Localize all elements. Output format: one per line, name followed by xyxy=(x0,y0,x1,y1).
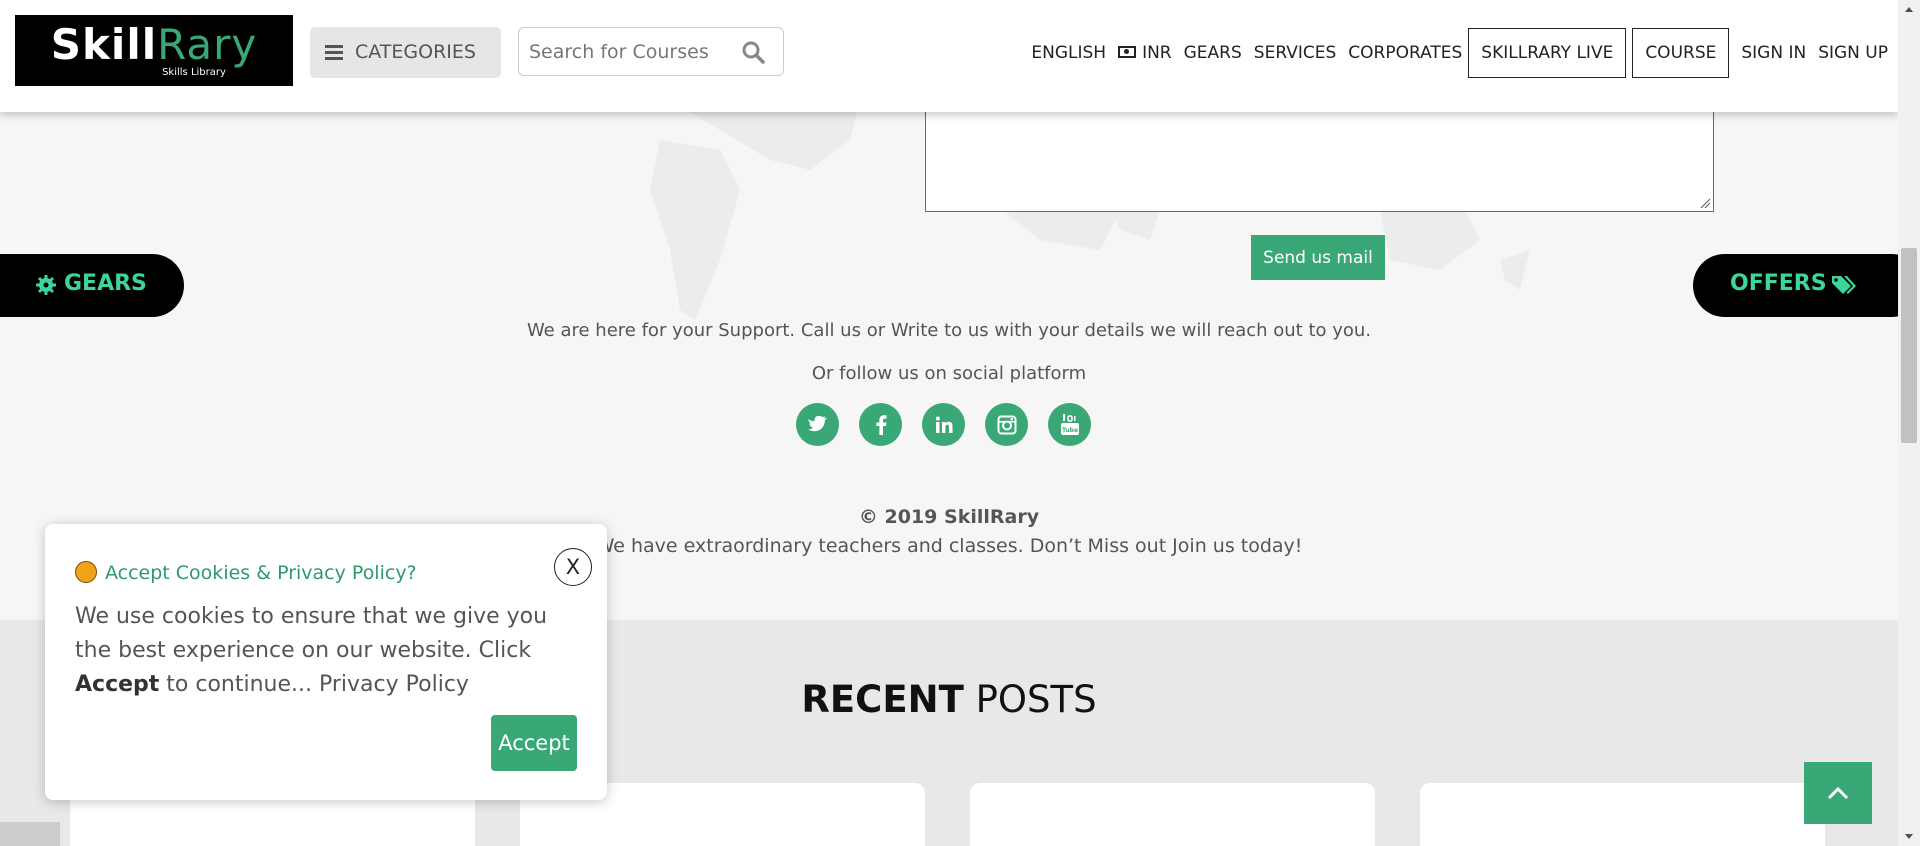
linkedin-icon[interactable] xyxy=(922,403,965,446)
gears-side-label: GEARS xyxy=(64,271,147,296)
support-text: We are here for your Support. Call us or… xyxy=(526,320,1372,341)
nav-sign-up[interactable]: SIGN UP xyxy=(1818,43,1888,63)
twitter-icon[interactable] xyxy=(796,403,839,446)
instagram-icon[interactable] xyxy=(985,403,1028,446)
nav-course[interactable]: COURSE xyxy=(1632,27,1730,78)
search-input[interactable] xyxy=(527,37,731,67)
cookie-text-start: We use cookies to ensure that we give yo… xyxy=(75,604,548,663)
facebook-icon[interactable] xyxy=(859,403,902,446)
send-mail-button[interactable]: Send us mail xyxy=(1251,235,1385,280)
skillrary-logo[interactable]: SkillRary Skills Library xyxy=(15,15,293,86)
back-to-top-button[interactable] xyxy=(1804,762,1872,824)
chevron-up-icon xyxy=(1827,786,1849,800)
currency-icon xyxy=(1118,45,1137,58)
logo-text-skill: Skill xyxy=(50,20,158,69)
search-icon[interactable] xyxy=(741,40,765,64)
offers-side-button[interactable]: OFFERS xyxy=(1693,254,1898,317)
recent-posts-heading-rest: POSTS xyxy=(975,678,1097,721)
gears-side-button[interactable]: GEARS xyxy=(0,254,184,317)
nav-services[interactable]: SERVICES xyxy=(1254,43,1336,63)
scroll-up-arrow-icon[interactable] xyxy=(1898,0,1920,18)
nav-corporates[interactable]: CORPORATES xyxy=(1348,43,1462,63)
carousel-prev-button[interactable] xyxy=(0,822,60,846)
scroll-down-arrow-icon[interactable] xyxy=(1898,828,1920,846)
recent-post-card[interactable] xyxy=(1420,783,1825,846)
nav-inr-label: INR xyxy=(1142,42,1172,63)
nav-currency[interactable]: INR xyxy=(1118,43,1172,63)
page-scrollbar[interactable] xyxy=(1898,0,1920,846)
resize-handle-icon[interactable] xyxy=(1699,197,1711,209)
svg-text:Tube: Tube xyxy=(1061,427,1077,434)
categories-label: CATEGORIES xyxy=(355,41,476,63)
logo-subtitle: Skills Library xyxy=(162,67,226,78)
site-header: SkillRary Skills Library CATEGORIES ENGL… xyxy=(0,0,1898,112)
cookie-accept-button[interactable]: Accept xyxy=(491,715,577,771)
nav-skillrary-live[interactable]: SKILLRARY LIVE xyxy=(1468,27,1627,78)
gear-icon xyxy=(36,275,56,295)
cookie-icon xyxy=(75,560,97,583)
nav-english[interactable]: ENGLISH xyxy=(1031,43,1106,63)
cookie-message: We use cookies to ensure that we give yo… xyxy=(75,600,575,702)
cookie-close-button[interactable]: X xyxy=(554,548,592,586)
cookie-consent-dialog: Accept Cookies & Privacy Policy? X We us… xyxy=(45,524,607,800)
youtube-icon[interactable]: Tube xyxy=(1048,403,1091,446)
nav-sign-in[interactable]: SIGN IN xyxy=(1741,43,1806,63)
categories-button[interactable]: CATEGORIES xyxy=(310,27,501,78)
cookie-text-bold: Accept xyxy=(75,672,160,697)
logo-text-rary: Rary xyxy=(157,20,258,69)
search-box xyxy=(518,27,784,76)
cookie-text-end: to continue... Privacy Policy xyxy=(159,672,469,697)
cookie-title: Accept Cookies & Privacy Policy? xyxy=(75,560,417,585)
cookie-title-text: Accept Cookies & Privacy Policy? xyxy=(105,562,417,584)
main-nav: ENGLISH INR GEARS SERVICES CORPORATES SK… xyxy=(1019,27,1888,78)
follow-text: Or follow us on social platform xyxy=(811,363,1087,384)
nav-gears[interactable]: GEARS xyxy=(1184,43,1242,63)
scrollbar-thumb[interactable] xyxy=(1901,248,1917,443)
tags-icon xyxy=(1832,276,1856,294)
social-links: Tube xyxy=(796,403,1111,446)
recent-posts-heading-bold: RECENT xyxy=(801,678,964,721)
hamburger-icon xyxy=(325,45,343,60)
offers-side-label: OFFERS xyxy=(1730,271,1827,296)
recent-post-card[interactable] xyxy=(970,783,1375,846)
